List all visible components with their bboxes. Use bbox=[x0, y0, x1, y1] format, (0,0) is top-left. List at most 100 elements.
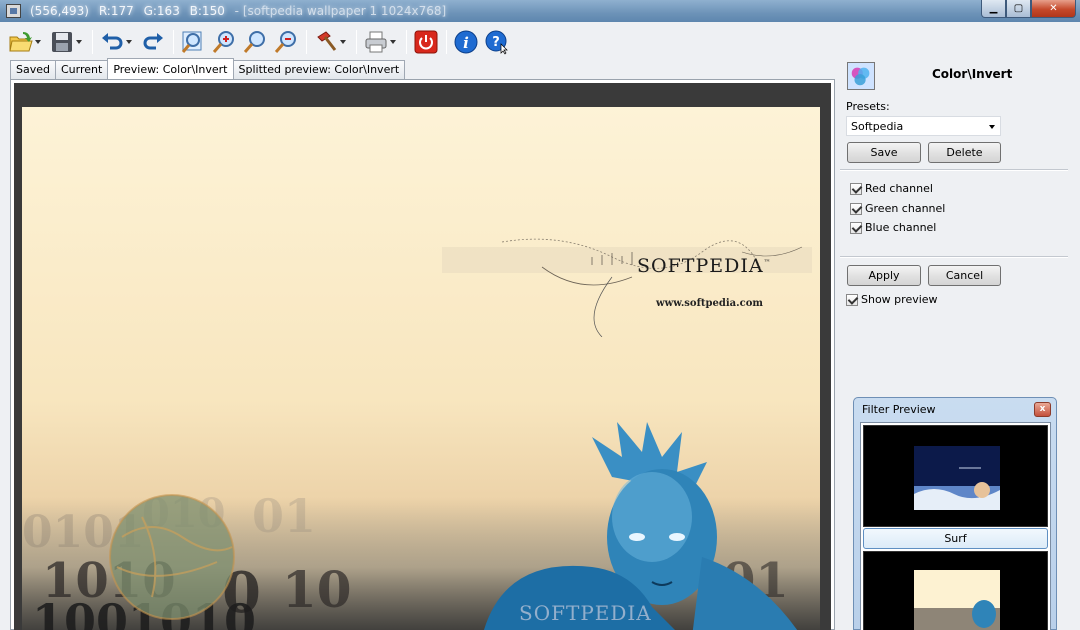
redo-button[interactable] bbox=[140, 29, 166, 55]
close-button[interactable]: ✕ bbox=[1031, 0, 1076, 18]
preview-viewport[interactable]: SOFTPEDIA™ www.softpedia.com 0101 010 01… bbox=[10, 79, 835, 630]
zoom-in-button[interactable] bbox=[211, 29, 237, 55]
logo-text: SOFTPEDIA™ bbox=[637, 255, 772, 277]
zoom-out-button[interactable] bbox=[273, 29, 299, 55]
undo-icon bbox=[102, 33, 123, 50]
print-icon bbox=[365, 31, 387, 53]
tab-saved[interactable]: Saved bbox=[10, 60, 56, 79]
show-preview-label: Show preview bbox=[861, 293, 938, 306]
help-button[interactable]: ? bbox=[484, 29, 510, 55]
checkbox-checked-icon bbox=[850, 182, 862, 195]
save-icon bbox=[52, 32, 72, 52]
zoom-icon bbox=[243, 31, 265, 53]
apply-button[interactable]: Apply bbox=[847, 265, 921, 286]
checkbox-checked-icon bbox=[850, 202, 862, 215]
undo-button[interactable] bbox=[99, 29, 125, 55]
minimize-button[interactable]: ▁ bbox=[981, 0, 1006, 18]
tab-current[interactable]: Current bbox=[54, 60, 109, 79]
help-icon: ? bbox=[485, 30, 508, 55]
save-dropdown[interactable] bbox=[76, 29, 84, 55]
zoom-in-icon bbox=[212, 31, 234, 53]
exit-button[interactable] bbox=[413, 29, 439, 55]
preset-thumbnail[interactable] bbox=[863, 551, 1048, 630]
title-bar: (556,493) R:177 G:163 B:150 - [softpedia… bbox=[0, 0, 1080, 22]
app-icon[interactable] bbox=[6, 4, 21, 18]
filter-hammer-icon bbox=[317, 31, 337, 51]
cursor-coords: (556,493) bbox=[30, 4, 89, 18]
open-dropdown[interactable] bbox=[35, 29, 43, 55]
file-name: - [softpedia wallpaper 1 1024x768] bbox=[234, 4, 447, 18]
red-value: R:177 bbox=[98, 4, 134, 18]
svg-text:10: 10 bbox=[282, 560, 352, 619]
cancel-button[interactable]: Cancel bbox=[928, 265, 1001, 286]
open-button[interactable] bbox=[8, 29, 34, 55]
toolbar-separator bbox=[92, 30, 93, 54]
minimize-icon: ▁ bbox=[989, 3, 998, 14]
undo-dropdown[interactable] bbox=[126, 29, 134, 55]
invert-thumbnail-image bbox=[914, 570, 1000, 630]
toolbar: i ? bbox=[0, 24, 840, 60]
preset-thumbnail[interactable] bbox=[863, 425, 1048, 527]
toolbar-separator bbox=[306, 30, 307, 54]
tab-splitted-preview[interactable]: Splitted preview: Color\Invert bbox=[232, 60, 406, 79]
svg-text:?: ? bbox=[492, 35, 500, 50]
close-icon: x bbox=[1039, 404, 1046, 414]
panel-divider bbox=[840, 256, 1068, 258]
close-icon: ✕ bbox=[1049, 3, 1058, 14]
zoom-button[interactable] bbox=[242, 29, 268, 55]
maximize-button[interactable]: ▢ bbox=[1006, 0, 1031, 18]
surf-thumbnail-image bbox=[914, 446, 1000, 510]
color-filter-icon bbox=[847, 62, 875, 90]
zoom-out-icon bbox=[274, 31, 296, 53]
maximize-icon: ▢ bbox=[1013, 3, 1024, 14]
checkbox-checked-icon bbox=[850, 221, 862, 234]
watermark: SOFTPEDIA bbox=[519, 601, 652, 625]
svg-text:i: i bbox=[463, 34, 469, 52]
power-icon bbox=[414, 30, 438, 54]
filter-preview-list[interactable]: Surf bbox=[860, 422, 1051, 630]
filter-button[interactable] bbox=[313, 29, 339, 55]
info-icon: i bbox=[454, 30, 478, 54]
preset-thumbnail-label[interactable]: Surf bbox=[863, 528, 1048, 549]
green-channel-checkbox[interactable]: Green channel bbox=[850, 202, 945, 215]
toolbar-separator bbox=[446, 30, 447, 54]
toolbar-separator bbox=[356, 30, 357, 54]
window-title: (556,493) R:177 G:163 B:150 - [softpedia… bbox=[30, 4, 452, 18]
green-value: G:163 bbox=[143, 4, 180, 18]
red-channel-checkbox[interactable]: Red channel bbox=[850, 182, 933, 195]
presets-value: Softpedia bbox=[851, 120, 904, 133]
filter-preview-title: Filter Preview bbox=[862, 403, 936, 416]
green-channel-label: Green channel bbox=[865, 202, 946, 215]
filter-dropdown[interactable] bbox=[340, 29, 348, 55]
toolbar-separator bbox=[406, 30, 407, 54]
blue-value: B:150 bbox=[189, 4, 225, 18]
info-button[interactable]: i bbox=[453, 29, 479, 55]
delete-preset-button[interactable]: Delete bbox=[928, 142, 1001, 163]
filter-preview-window: Filter Preview x Surf bbox=[853, 397, 1057, 630]
print-button[interactable] bbox=[363, 29, 389, 55]
presets-select[interactable]: Softpedia bbox=[846, 116, 1001, 136]
zoom-fit-icon bbox=[181, 31, 202, 53]
show-preview-checkbox[interactable]: Show preview bbox=[846, 293, 938, 306]
print-dropdown[interactable] bbox=[390, 29, 398, 55]
presets-label: Presets: bbox=[846, 100, 890, 113]
logo-decoration bbox=[442, 238, 812, 337]
preview-image: SOFTPEDIA™ www.softpedia.com 0101 010 01… bbox=[22, 107, 820, 630]
tab-preview[interactable]: Preview: Color\Invert bbox=[107, 58, 234, 79]
zoom-fit-button[interactable] bbox=[180, 29, 206, 55]
image-canvas[interactable]: SOFTPEDIA™ www.softpedia.com 0101 010 01… bbox=[14, 83, 831, 630]
checkbox-checked-icon bbox=[846, 293, 858, 306]
save-button[interactable] bbox=[49, 29, 75, 55]
red-channel-label: Red channel bbox=[865, 182, 933, 195]
open-icon bbox=[9, 32, 33, 52]
filter-title: Color\Invert bbox=[932, 67, 1013, 81]
window-controls: ▁ ▢ ✕ bbox=[981, 0, 1076, 18]
logo-url: www.softpedia.com bbox=[656, 298, 763, 309]
save-preset-button[interactable]: Save bbox=[847, 142, 921, 163]
filter-preview-close-button[interactable]: x bbox=[1034, 402, 1051, 417]
redo-icon bbox=[143, 33, 163, 50]
blue-channel-checkbox[interactable]: Blue channel bbox=[850, 221, 936, 234]
panel-divider bbox=[840, 169, 1068, 171]
inverted-figure bbox=[484, 422, 798, 630]
toolbar-separator bbox=[173, 30, 174, 54]
